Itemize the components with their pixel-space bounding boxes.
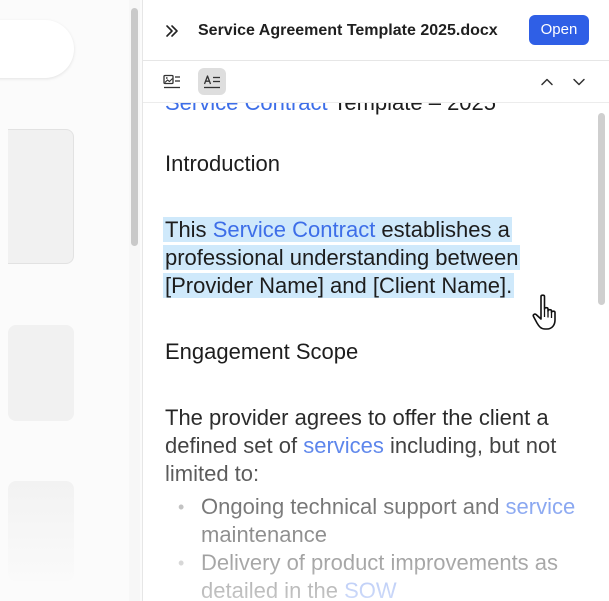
document-heading: Service Contract Template – 2025 [165, 103, 496, 117]
intro-text-start: This [165, 217, 213, 242]
document-content: Service Contract Template – 2025 Introdu… [143, 103, 609, 601]
bullet2-link[interactable]: SOW [344, 578, 397, 601]
chevron-up-icon [541, 78, 553, 85]
scope-link[interactable]: services [303, 433, 384, 458]
text-view-button[interactable] [198, 68, 226, 95]
background-list-pane [0, 0, 143, 601]
scope-list: Ongoing technical support and service ma… [165, 493, 585, 601]
list-card[interactable] [8, 481, 74, 581]
bullet1-link[interactable]: service [506, 494, 576, 519]
list-item: Delivery of product improvements as deta… [165, 549, 585, 601]
search-pill[interactable] [0, 20, 74, 78]
double-chevron-right-icon [166, 25, 178, 37]
intro-link[interactable]: Service Contract [213, 217, 376, 242]
list-item: Ongoing technical support and service ma… [165, 493, 585, 549]
hand-pointer-cursor [530, 293, 566, 333]
scope-heading: Engagement Scope [165, 339, 359, 364]
image-view-icon [163, 74, 180, 88]
text-view-icon [203, 74, 220, 88]
document-scrollbar-thumb[interactable] [598, 113, 605, 305]
scope-paragraph: The provider agrees to offer the client … [165, 404, 590, 488]
left-scrollbar-thumb[interactable] [131, 8, 138, 246]
preview-header: Service Agreement Template 2025.docx Ope… [143, 0, 609, 61]
bullet1-text: Ongoing technical support and [201, 494, 506, 519]
hand-pointer-icon [532, 294, 556, 330]
open-button[interactable]: Open [529, 15, 589, 45]
next-match-button[interactable] [565, 68, 593, 95]
heading-link[interactable]: Service Contract [165, 103, 328, 115]
chevron-down-icon [573, 78, 585, 85]
previous-match-button[interactable] [533, 68, 561, 95]
list-card[interactable] [8, 129, 74, 264]
intro-heading: Introduction [165, 151, 280, 176]
bullet1-text-rest: maintenance [201, 522, 327, 547]
document-title: Service Agreement Template 2025.docx [198, 22, 498, 39]
heading-text: Template – 2025 [328, 103, 496, 115]
highlighted-text: This Service Contract establishes a prof… [163, 217, 521, 298]
expand-button[interactable] [161, 20, 183, 42]
app-window: Service Agreement Template 2025.docx Ope… [0, 0, 609, 601]
intro-paragraph: This Service Contract establishes a prof… [163, 216, 565, 300]
preview-toolbar [143, 61, 609, 103]
list-card[interactable] [8, 325, 74, 421]
image-view-button[interactable] [158, 68, 186, 95]
